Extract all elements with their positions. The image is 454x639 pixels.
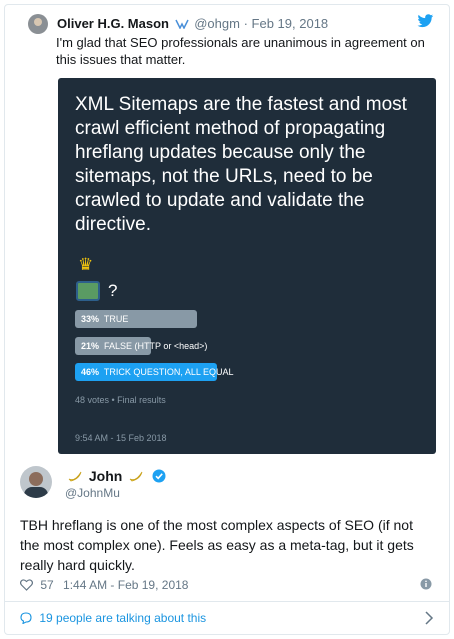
talk-icon	[20, 612, 32, 624]
poll-timestamp: 9:54 AM - 15 Feb 2018	[75, 433, 167, 443]
quoted-header: Oliver H.G. Mason @ohgm · Feb 19, 2018	[57, 16, 328, 31]
banana-icon	[68, 471, 82, 482]
chevron-right-icon[interactable]	[424, 611, 434, 625]
quoted-text: I'm glad that SEO professionals are unan…	[56, 35, 425, 67]
conversation-link[interactable]: 19 people are talking about this	[20, 611, 440, 625]
heart-icon[interactable]	[20, 579, 33, 591]
quoted-avatar[interactable]	[28, 14, 48, 34]
poll-option-text: TRUE	[99, 314, 129, 324]
quoted-date[interactable]: Feb 19, 2018	[252, 16, 329, 31]
talking-text[interactable]: 19 people are talking about this	[39, 611, 206, 625]
banana-icon	[129, 471, 143, 482]
twitter-icon[interactable]	[417, 14, 434, 28]
info-icon[interactable]	[420, 578, 432, 590]
verified-mark-icon	[174, 19, 189, 29]
quoted-name[interactable]: Oliver H.G. Mason	[57, 16, 169, 31]
poll-option-label: 33% TRUE	[81, 310, 128, 328]
crown-icon: ♛	[78, 255, 94, 274]
divider	[4, 601, 450, 602]
map-icon	[76, 281, 100, 301]
poll-question: XML Sitemaps are the fastest and most cr…	[75, 94, 407, 235]
poll-option-percent: 33%	[81, 314, 100, 324]
poll-option-label: 46% TRICK QUESTION, ALL EQUAL	[81, 363, 234, 381]
quoted-separator: ·	[243, 16, 248, 31]
avatar[interactable]	[20, 466, 52, 498]
poll-summary: 48 votes • Final results	[75, 395, 166, 405]
poll-option-text: TRICK QUESTION, ALL EQUAL	[99, 367, 234, 377]
poll-option-text: FALSE (HTTP or <head>)	[99, 341, 208, 351]
tweet-actions: 57 1:44 AM - Feb 19, 2018	[20, 578, 188, 592]
author-name-row[interactable]: John	[65, 468, 166, 484]
quoted-handle[interactable]: @ohgm	[194, 16, 240, 31]
tweet-text: TBH hreflang is one of the most complex …	[20, 517, 414, 573]
author-handle[interactable]: @JohnMu	[65, 486, 120, 500]
like-count[interactable]: 57	[40, 578, 53, 592]
verified-icon	[152, 469, 166, 483]
question-mark-text: ?	[108, 281, 118, 300]
poll-option-percent: 46%	[81, 367, 100, 377]
poll-image-panel[interactable]: XML Sitemaps are the fastest and most cr…	[58, 78, 436, 454]
poll-option-percent: 21%	[81, 341, 100, 351]
author-name[interactable]: John	[89, 468, 122, 484]
poll-option-label: 21% FALSE (HTTP or <head>)	[81, 337, 207, 355]
tweet-timestamp[interactable]: 1:44 AM - Feb 19, 2018	[63, 578, 188, 592]
